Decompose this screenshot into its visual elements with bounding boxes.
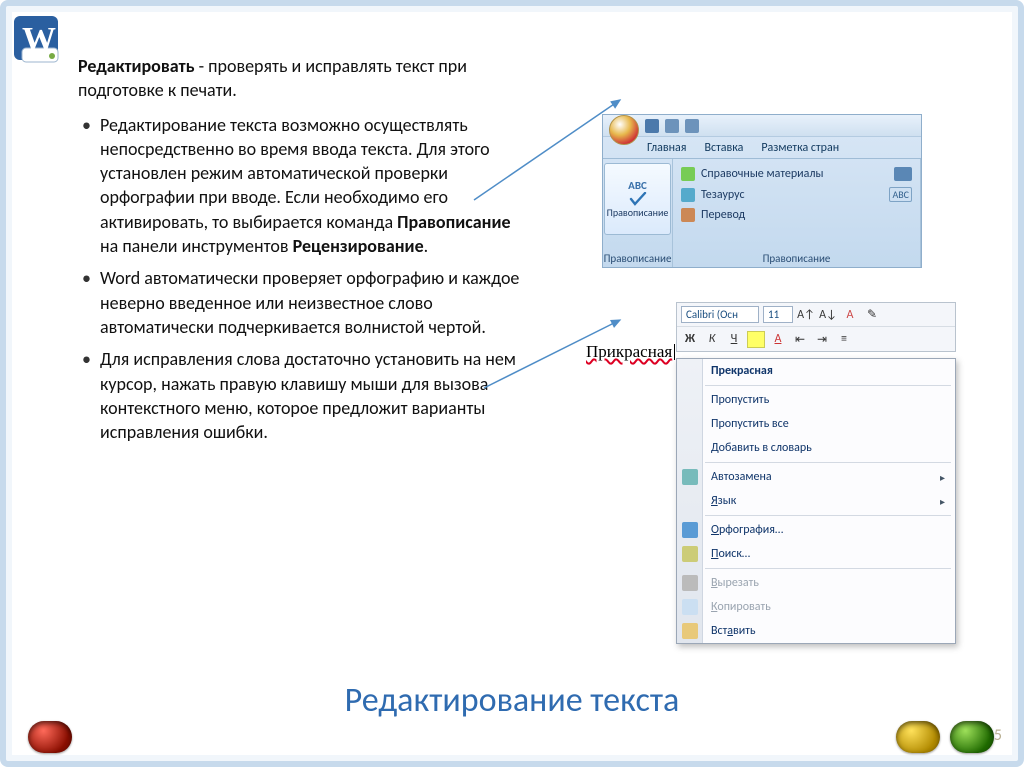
tab-insert[interactable]: Вставка <box>704 141 743 155</box>
tab-layout[interactable]: Разметка стран <box>761 141 839 155</box>
spelling-icon <box>682 522 698 538</box>
nav-red-button[interactable] <box>28 721 72 753</box>
ctx-paste[interactable]: Вставить <box>677 619 955 643</box>
context-menu: Прекрасная Пропустить Пропустить все Доб… <box>676 358 956 644</box>
lead-bold: Редактировать <box>78 55 195 77</box>
bullet-2: Word автоматически проверяет орфографию … <box>78 266 528 339</box>
ctx-suggestion[interactable]: Прекрасная <box>677 359 955 383</box>
ribbon-group-spelling: ABC Правописание Правописание <box>603 159 673 267</box>
bold-button[interactable]: Ж <box>681 331 699 348</box>
nav-green-button[interactable] <box>950 721 994 753</box>
highlight-icon[interactable] <box>747 331 765 348</box>
ribbon-tabs: Главная Вставка Разметка стран <box>603 137 921 159</box>
research-extra-icon <box>894 167 912 181</box>
font-size-input[interactable] <box>763 306 793 323</box>
research-button[interactable]: Справочные материалы <box>681 167 912 181</box>
underline-button[interactable]: Ч <box>725 331 743 348</box>
ribbon-group-label: Правописание <box>604 252 672 265</box>
redo-icon[interactable] <box>685 119 699 133</box>
font-color-icon[interactable]: A <box>841 306 859 323</box>
search-icon <box>682 546 698 562</box>
ribbon-qat <box>603 115 921 137</box>
ribbon-group-label-2: Правописание <box>681 252 912 265</box>
decrease-indent-icon[interactable]: ⇤ <box>791 331 809 348</box>
grow-font-icon[interactable]: A↑ <box>797 306 815 323</box>
paste-icon <box>682 623 698 639</box>
bullet-1: Редактирование текста возможно осуществл… <box>78 113 528 259</box>
word-logo-icon: W <box>12 12 72 70</box>
ctx-spelling[interactable]: Орфография… <box>677 518 955 542</box>
svg-text:W: W <box>22 21 56 58</box>
ctx-add-dictionary[interactable]: Добавить в словарь <box>677 436 955 460</box>
font-name-input[interactable] <box>681 306 759 323</box>
ctx-language[interactable]: Язык▸ <box>677 489 955 513</box>
translate-button[interactable]: Перевод <box>681 208 912 222</box>
bullets-icon[interactable]: ≡ <box>835 331 853 348</box>
format-painter-icon[interactable]: ✎ <box>863 306 881 323</box>
text-color-icon[interactable]: A <box>769 331 787 348</box>
shrink-font-icon[interactable]: A↓ <box>819 306 837 323</box>
bullet-3: Для исправления слова достаточно установ… <box>78 347 528 444</box>
ctx-lookup[interactable]: Поиск… <box>677 542 955 566</box>
italic-button[interactable]: К <box>703 331 721 348</box>
ctx-copy[interactable]: Копировать <box>677 595 955 619</box>
abc-small-icon: ABC <box>889 187 912 202</box>
cut-icon <box>682 575 698 591</box>
abc-check-icon: ABC <box>628 179 647 192</box>
lead-paragraph: Редактировать - проверять и исправлять т… <box>78 54 528 103</box>
copy-icon <box>682 599 698 615</box>
save-icon[interactable] <box>645 119 659 133</box>
ctx-cut[interactable]: Вырезать <box>677 571 955 595</box>
research-icon <box>681 167 695 181</box>
slide-title: Редактирование текста <box>0 680 1024 721</box>
misspelled-word: Прикрасная <box>586 342 677 362</box>
increase-indent-icon[interactable]: ⇥ <box>813 331 831 348</box>
ctx-skip-all[interactable]: Пропустить все <box>677 412 955 436</box>
thesaurus-icon <box>681 188 695 202</box>
ribbon-group-research: Справочные материалы ТезаурусABC Перевод… <box>673 159 921 267</box>
ribbon-screenshot: Главная Вставка Разметка стран ABC Право… <box>602 114 922 268</box>
ctx-skip[interactable]: Пропустить <box>677 388 955 412</box>
nav-yellow-button[interactable] <box>896 721 940 753</box>
submenu-arrow-icon: ▸ <box>940 495 945 508</box>
office-button[interactable] <box>609 115 639 145</box>
translate-icon <box>681 208 695 222</box>
context-screenshot: Прикрасная A↑ A↓ A ✎ Ж К Ч A ⇤ ⇥ ≡ Прекр… <box>576 302 966 662</box>
submenu-arrow-icon: ▸ <box>940 471 945 484</box>
mini-toolbar: A↑ A↓ A ✎ Ж К Ч A ⇤ ⇥ ≡ <box>676 302 956 352</box>
undo-icon[interactable] <box>665 119 679 133</box>
tab-home[interactable]: Главная <box>647 141 686 155</box>
spelling-button[interactable]: ABC Правописание <box>604 163 672 235</box>
autocorrect-icon <box>682 469 698 485</box>
ctx-autocorrect[interactable]: Автозамена▸ <box>677 465 955 489</box>
thesaurus-button[interactable]: ТезаурусABC <box>681 187 912 202</box>
spelling-button-label: Правописание <box>607 206 669 219</box>
slide-body: Редактировать - проверять и исправлять т… <box>78 54 528 452</box>
